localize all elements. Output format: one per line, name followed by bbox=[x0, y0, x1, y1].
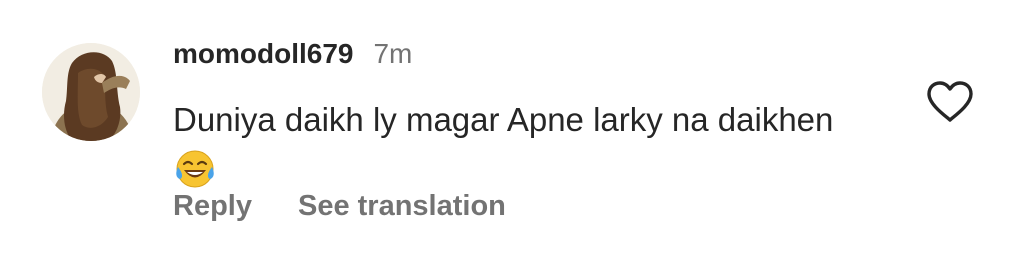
heart-outline-icon[interactable] bbox=[925, 80, 975, 124]
comment-actions: Reply See translation bbox=[173, 190, 506, 223]
timestamp: 7m bbox=[373, 38, 413, 69]
reply-button[interactable]: Reply bbox=[173, 190, 252, 223]
comment-item: momodoll679 7m Duniya daikh ly magar Apn… bbox=[0, 0, 1024, 273]
face-with-tears-of-joy-icon bbox=[173, 147, 217, 191]
comment-text: Duniya daikh ly magar Apne larky na daik… bbox=[173, 101, 834, 138]
see-translation-button[interactable]: See translation bbox=[298, 190, 506, 223]
avatar[interactable] bbox=[42, 43, 140, 141]
comment-body: Duniya daikh ly magar Apne larky na daik… bbox=[173, 95, 873, 195]
profile-photo-icon bbox=[42, 43, 140, 141]
username[interactable]: momodoll679 bbox=[173, 38, 353, 70]
comment-meta: momodoll679 7m bbox=[173, 38, 412, 78]
